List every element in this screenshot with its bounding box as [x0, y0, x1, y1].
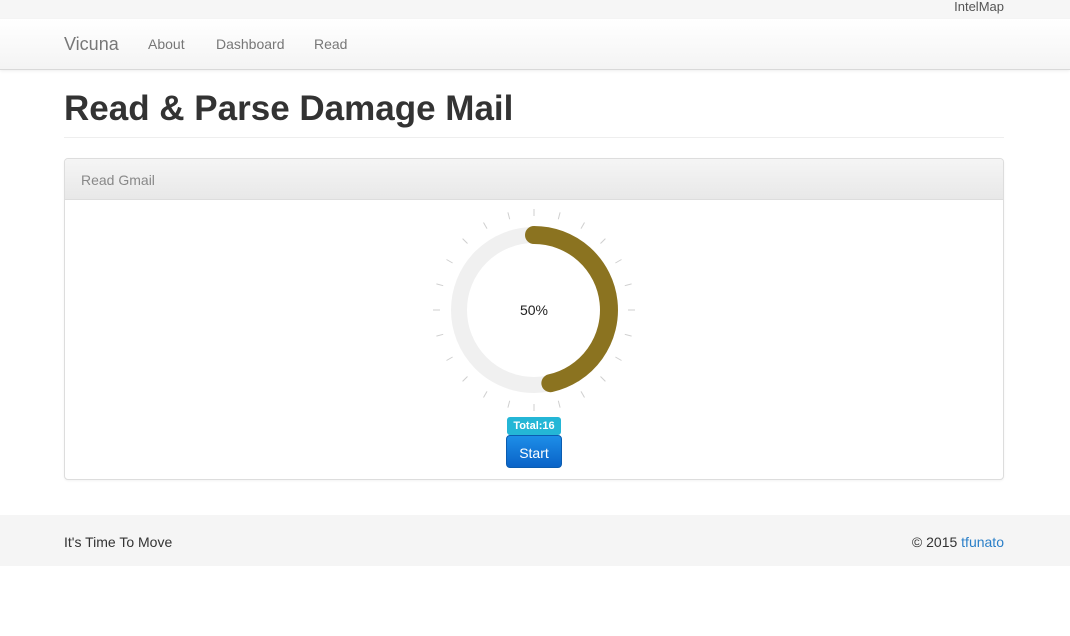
panel-title: Read Gmail — [81, 172, 155, 188]
gauge-tick — [580, 222, 585, 229]
gauge-tick — [557, 212, 561, 220]
total-badge: Total:16 — [507, 417, 561, 435]
gauge-tick — [615, 356, 622, 361]
gauge-tick — [436, 333, 444, 337]
nav-dashboard[interactable]: Dashboard — [216, 36, 285, 52]
gauge-tick — [462, 238, 468, 244]
intelmap-link[interactable]: IntelMap — [954, 0, 1004, 14]
gauge-tick — [483, 222, 488, 229]
gauge-tick — [557, 400, 561, 408]
read-gmail-panel: Read Gmail 50% Total:16 Start — [64, 158, 1004, 480]
gauge-tick — [600, 376, 606, 382]
gauge-tick — [624, 333, 632, 337]
progress-percent: 50% — [519, 302, 549, 318]
page-title: Read & Parse Damage Mail — [64, 89, 514, 128]
footer-copyright: © 2015 tfunato — [912, 534, 1004, 550]
gauge-tick — [580, 391, 585, 398]
top-strip: IntelMap — [0, 0, 1070, 19]
gauge-tick — [600, 238, 606, 244]
gauge-tick — [462, 376, 468, 382]
gauge-tick — [436, 283, 444, 287]
nav-about[interactable]: About — [148, 36, 185, 52]
start-button[interactable]: Start — [506, 435, 562, 468]
title-divider — [64, 137, 1004, 138]
gauge-tick — [507, 212, 511, 220]
gauge-tick — [615, 259, 622, 264]
gauge-tick — [624, 283, 632, 287]
gauge-tick — [507, 400, 511, 408]
navbar: Vicuna About Dashboard Read — [0, 19, 1070, 70]
gauge-tick — [483, 391, 488, 398]
gauge-tick — [446, 259, 453, 264]
brand-link[interactable]: Vicuna — [64, 34, 119, 54]
gauge-tick — [446, 356, 453, 361]
footer: It's Time To Move © 2015 tfunato — [0, 515, 1070, 566]
footer-tagline: It's Time To Move — [64, 534, 173, 550]
nav-read[interactable]: Read — [314, 36, 347, 52]
author-link[interactable]: tfunato — [961, 534, 1004, 550]
panel-heading: Read Gmail — [65, 159, 1003, 200]
copyright-text: © 2015 — [911, 534, 962, 550]
